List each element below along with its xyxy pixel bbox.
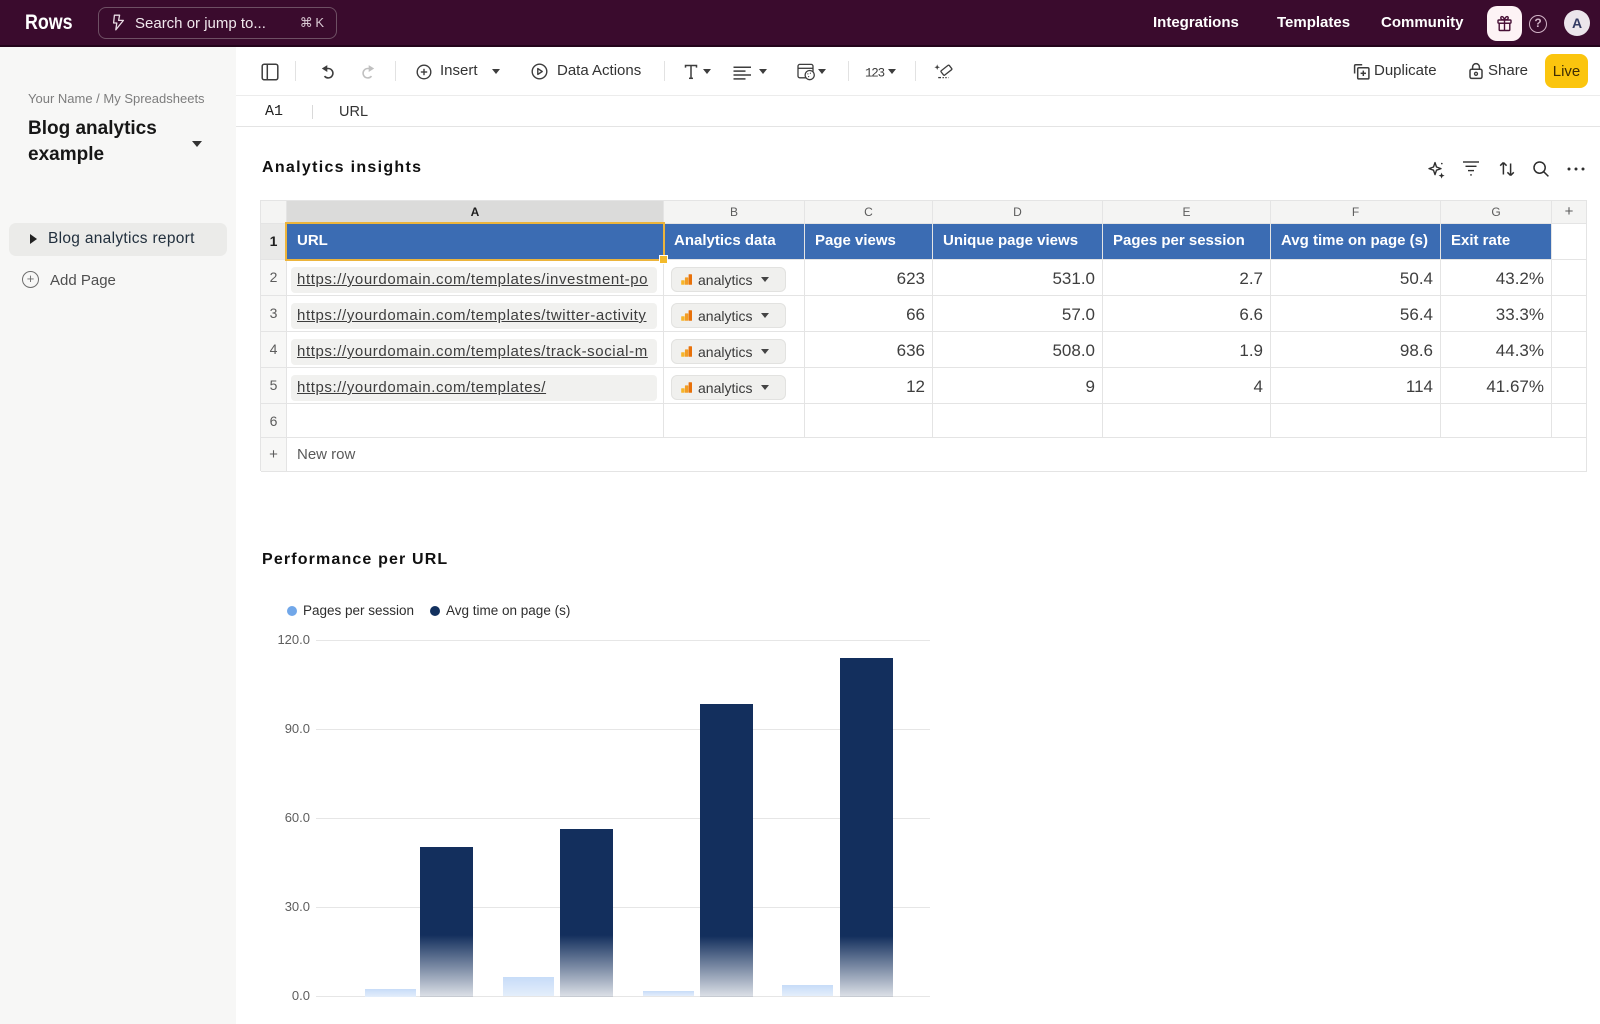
svg-text:123: 123 bbox=[865, 67, 885, 81]
